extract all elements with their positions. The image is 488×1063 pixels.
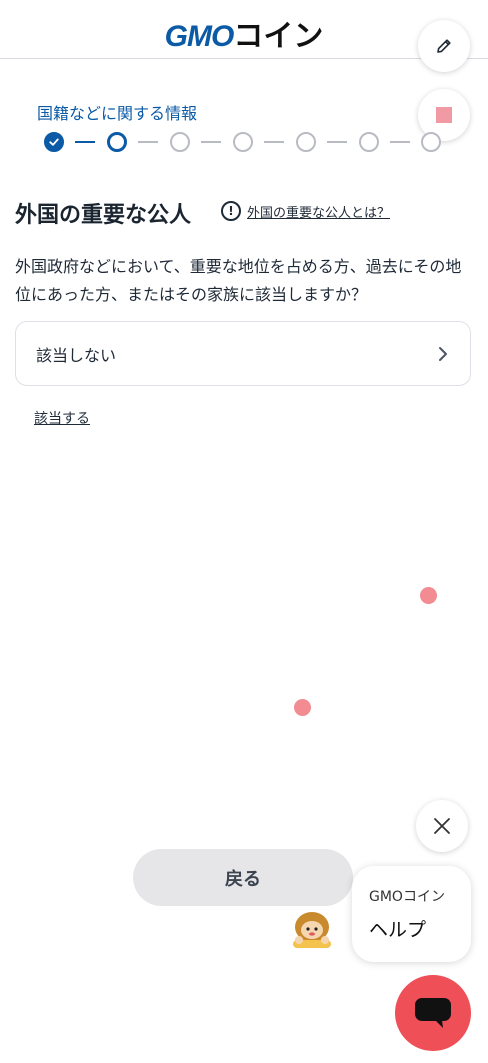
pencil-icon — [437, 39, 451, 53]
step-6 — [359, 132, 379, 152]
progress-stepper — [44, 132, 444, 152]
step-5 — [296, 132, 316, 152]
step-connector — [264, 141, 284, 143]
step-section-title: 国籍などに関する情報 — [37, 104, 198, 123]
step-connector — [75, 141, 95, 143]
chat-button[interactable] — [395, 975, 471, 1051]
mascot-character-icon — [293, 912, 331, 948]
help-bubble[interactable]: GMOコイン ヘルプ — [352, 866, 471, 962]
close-help-button[interactable] — [416, 800, 468, 852]
page-title: 外国の重要な公人 — [15, 203, 192, 228]
app-header: GMOコイン — [0, 0, 488, 59]
step-4 — [233, 132, 253, 152]
step-connector — [327, 141, 347, 143]
touch-marker — [420, 587, 437, 604]
chevron-right-icon — [439, 346, 447, 361]
close-icon — [434, 818, 450, 834]
edit-button[interactable] — [418, 20, 470, 72]
step-3 — [170, 132, 190, 152]
question-text: 外国政府などにおいて、重要な地位を占める方、過去にその地位にあった方、またはその… — [15, 257, 462, 304]
step-connector — [201, 141, 221, 143]
step-7 — [421, 132, 441, 152]
touch-marker — [294, 699, 311, 716]
gmo-coin-logo: GMOコイン — [164, 20, 324, 53]
step-1-completed — [44, 132, 64, 152]
check-icon — [49, 138, 59, 146]
stop-icon — [436, 107, 452, 123]
option-applicable-link[interactable]: 該当する — [34, 408, 90, 428]
step-connector — [138, 141, 158, 143]
pep-help-link[interactable]: ! 外国の重要な公人とは？ — [221, 201, 390, 221]
step-connector — [390, 141, 410, 143]
exclamation-circle-icon: ! — [221, 201, 241, 221]
chat-bubble-icon — [415, 998, 451, 1028]
step-2-current — [107, 132, 127, 152]
option-not-applicable[interactable]: 該当しない — [15, 321, 471, 386]
back-button[interactable]: 戻る — [133, 849, 353, 906]
